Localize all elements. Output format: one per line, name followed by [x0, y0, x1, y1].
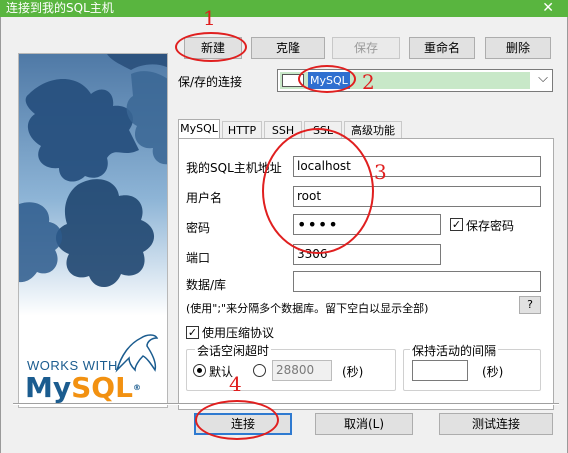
mysql-tab-panel: 我的SQL主机地址 localhost 用户名 root 密码 •••• ✓ 保…: [178, 138, 554, 410]
help-button[interactable]: ?: [519, 296, 541, 314]
password-label: 密码: [186, 221, 211, 235]
user-input[interactable]: root: [293, 186, 541, 207]
user-label: 用户名: [186, 191, 223, 205]
cancel-button[interactable]: 取消(L): [315, 413, 413, 435]
chevron-down-icon[interactable]: ⌵: [538, 71, 548, 86]
new-button[interactable]: 新建: [184, 37, 242, 59]
save-password-checkbox[interactable]: ✓: [450, 218, 463, 231]
database-hint: (使用";"来分隔多个数据库。留下空白以显示全部): [186, 302, 429, 315]
clone-button[interactable]: 克隆: [251, 37, 325, 59]
dolphin-icon: [115, 334, 159, 373]
annotation-number-2: 2: [362, 70, 375, 94]
connect-button[interactable]: 连接: [194, 413, 292, 435]
timeout-unit: (秒): [342, 365, 364, 379]
footer-divider: [13, 403, 559, 405]
annotation-number-4: 4: [229, 372, 242, 396]
keepalive-input[interactable]: [412, 360, 468, 381]
host-input[interactable]: localhost: [293, 156, 541, 177]
radio-selected-dot: [197, 368, 202, 373]
timeout-input[interactable]: 28800: [272, 360, 332, 381]
title-bar: 连接到我的SQL主机 ✕: [0, 0, 568, 17]
mysql-logo: MySQL®: [25, 371, 141, 404]
port-input[interactable]: 3306: [293, 244, 441, 265]
keepalive-unit: (秒): [482, 365, 504, 379]
keepalive-title: 保持活动的间隔: [410, 342, 499, 359]
annotation-number-3: 3: [374, 160, 387, 184]
custom-timeout-radio[interactable]: [253, 364, 266, 377]
password-input[interactable]: ••••: [293, 214, 441, 235]
test-connection-button[interactable]: 测试连接: [439, 413, 553, 435]
saved-connection-label: 保/存的连接: [178, 75, 243, 89]
window-title: 连接到我的SQL主机: [6, 1, 114, 15]
connection-dialog: WORKS WITH MySQL® 新建 克隆 保存 重命名 删除 保/存的连接…: [0, 17, 568, 453]
save-password-label: 保存密码: [466, 219, 515, 233]
idle-timeout-group: 会话空闲超时 默认 28800 (秒): [186, 342, 396, 391]
saved-connection-value: MySQL: [308, 72, 350, 89]
default-timeout-radio[interactable]: [193, 364, 206, 377]
rename-button[interactable]: 重命名: [409, 37, 475, 59]
close-icon[interactable]: ✕: [542, 0, 554, 16]
idle-timeout-title: 会话空闲超时: [195, 342, 272, 359]
connection-color-swatch: [282, 74, 304, 87]
host-label: 我的SQL主机地址: [186, 161, 282, 175]
database-label: 数据/库: [186, 278, 227, 292]
annotation-number-1: 1: [203, 6, 216, 30]
saved-connection-combo[interactable]: MySQL ⌵: [277, 69, 553, 92]
save-button[interactable]: 保存: [332, 37, 400, 59]
mysql-artwork: WORKS WITH MySQL®: [18, 53, 168, 408]
keepalive-group: 保持活动的间隔 (秒): [403, 342, 541, 391]
delete-button[interactable]: 删除: [485, 37, 551, 59]
database-input[interactable]: [293, 271, 541, 292]
port-label: 端口: [186, 251, 211, 265]
compress-checkbox[interactable]: ✓: [186, 326, 199, 339]
compress-label: 使用压缩协议: [202, 326, 275, 340]
